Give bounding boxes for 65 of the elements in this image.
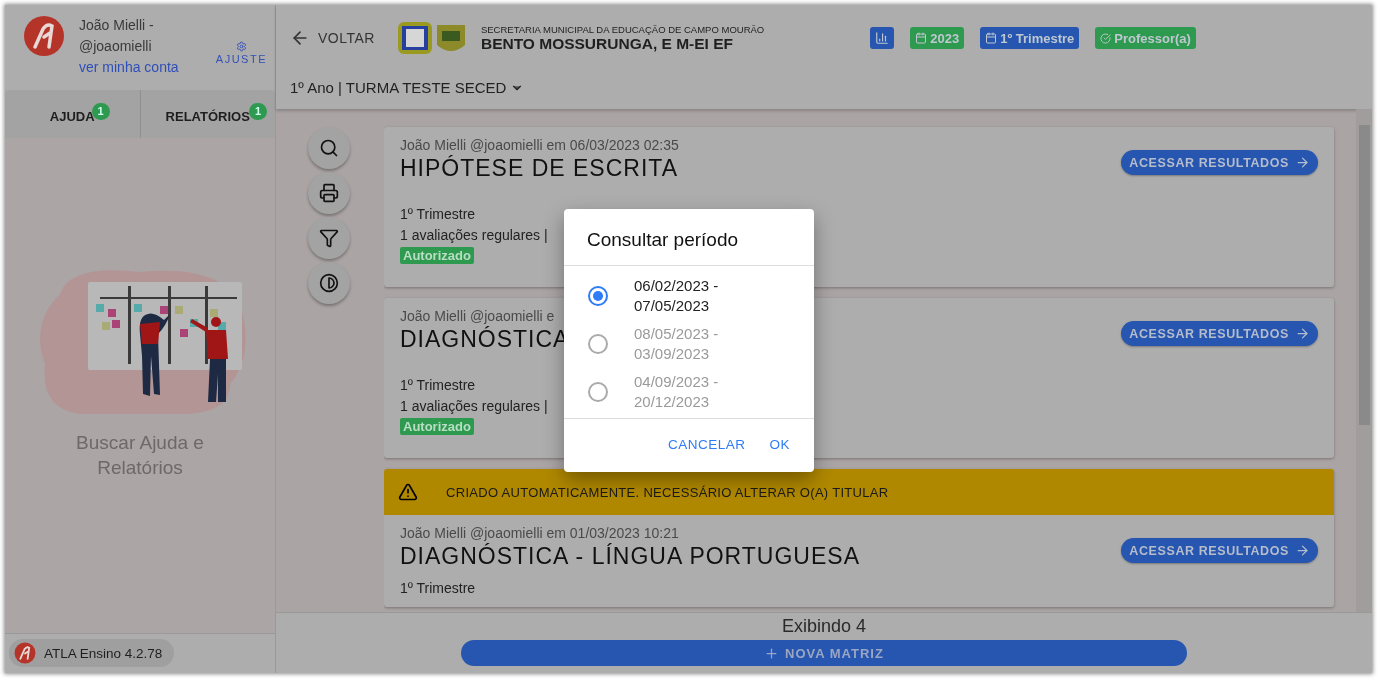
warning-icon <box>398 482 418 502</box>
search-icon <box>319 138 339 158</box>
card-evaluations: 1 avaliações regulares | <box>400 397 548 416</box>
arrow-right-icon <box>1295 326 1310 341</box>
filter-chip[interactable]: Professor(a) <box>1095 27 1196 49</box>
status-tag: Autorizado <box>400 418 474 435</box>
calendar-icon <box>915 32 928 44</box>
radio-button[interactable] <box>588 382 608 402</box>
user-handle: @joaomielli <box>79 37 153 56</box>
organization-name: SECRETARIA MUNICIPAL DA EDUCAÇÃO DE CAMPO MOURÃO <box>480 23 765 35</box>
filter-icon <box>319 228 339 248</box>
contrast-button[interactable] <box>308 262 350 304</box>
print-button[interactable] <box>308 172 350 214</box>
back-button[interactable]: VOLTAR <box>290 28 375 48</box>
search-button[interactable] <box>308 127 350 169</box>
account-link[interactable]: ver minha conta <box>79 57 199 78</box>
contrast-icon <box>319 273 339 293</box>
school-name: BENTO MOSSURUNGA, E M-EI EF <box>480 34 734 53</box>
status-tag: Autorizado <box>400 247 474 264</box>
card-title: HIPÓTESE DE ESCRITA <box>400 155 678 182</box>
period-option[interactable]: 04/09/2023 - 20/12/2023 <box>634 372 744 412</box>
radio-button[interactable] <box>588 286 608 306</box>
version-badge: ATLA Ensino 4.2.78 <box>9 639 175 667</box>
bar-chart-icon <box>875 31 890 45</box>
card-period: 1º Trimestre <box>400 205 476 224</box>
warning-text: CRIADO AUTOMATICAMENTE. NECESSÁRIO ALTERAR O(A) TITULAR <box>446 484 889 500</box>
filter-chip[interactable]: 1º Trimestre <box>980 27 1080 49</box>
arrow-right-icon <box>1295 543 1310 558</box>
calendar-icon <box>985 32 998 44</box>
dialog-button[interactable]: CANCELAR <box>659 433 754 456</box>
dialog-button[interactable]: OK <box>761 433 798 456</box>
logo-icon <box>23 15 65 57</box>
card-period: 1º Trimestre <box>400 579 476 598</box>
new-matrix-button[interactable]: NOVA MATRIZ <box>461 640 1187 666</box>
card-period: 1º Trimestre <box>400 376 476 395</box>
settings-button[interactable]: AJUSTE <box>215 41 267 65</box>
check-circle-icon <box>1100 32 1112 44</box>
card-author: João Mielli @joaomielli em 01/03/2023 10:21 <box>400 525 679 541</box>
card-title: DIAGNÓSTICA <box>400 326 570 353</box>
card-author: João Mielli @joaomielli em 06/03/2023 02:35 <box>400 137 679 153</box>
empty-state-message: Buscar Ajuda e Relatórios <box>75 431 205 480</box>
user-name: João Mielli - <box>79 16 155 35</box>
sidebar-tab[interactable]: RELATÓRIOS 1 <box>139 90 275 138</box>
period-option[interactable]: 06/02/2023 - 07/05/2023 <box>634 276 744 316</box>
logo-icon <box>14 642 36 664</box>
radio-button[interactable] <box>588 334 608 354</box>
plus-icon <box>764 645 780 661</box>
class-selector[interactable]: 1º Ano | TURMA TESTE SECED <box>290 79 525 96</box>
access-results-button[interactable]: ACESSAR RESULTADOS <box>1121 538 1318 563</box>
filter-chip[interactable]: 2023 <box>910 27 965 49</box>
settings-icon <box>235 41 247 52</box>
access-results-button[interactable]: ACESSAR RESULTADOS <box>1121 150 1318 175</box>
scrollbar[interactable] <box>1356 109 1372 612</box>
arrow-right-icon <box>1295 155 1310 170</box>
printer-icon <box>319 183 339 203</box>
card-author: João Mielli @joaomielli e <box>400 308 555 324</box>
access-results-button[interactable]: ACESSAR RESULTADOS <box>1121 321 1318 346</box>
count-badge: 1 <box>249 103 267 120</box>
filter-chip[interactable] <box>870 27 895 49</box>
card-title: DIAGNÓSTICA - LÍNGUA PORTUGUESA <box>400 543 860 570</box>
dialog-title: Consultar período <box>586 228 740 252</box>
filter-button[interactable] <box>308 217 350 259</box>
result-count: Exibindo 4 <box>781 616 867 637</box>
card-evaluations: 1 avaliações regulares | <box>400 226 548 245</box>
period-option[interactable]: 08/05/2023 - 03/09/2023 <box>634 324 744 364</box>
